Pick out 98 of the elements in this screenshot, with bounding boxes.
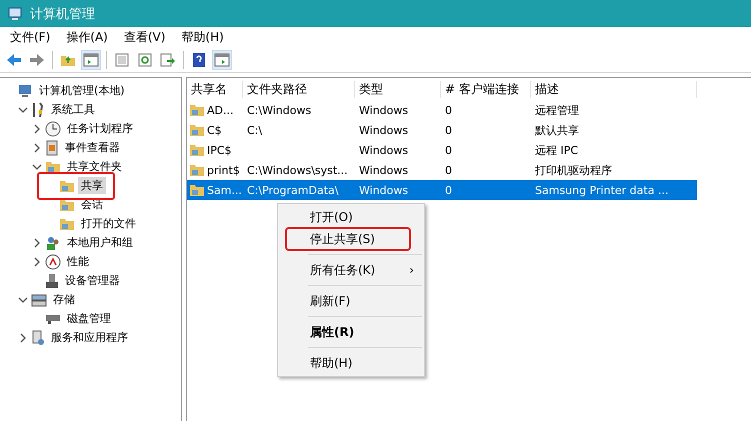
- tree-item[interactable]: 本地用户和组: [64, 234, 136, 251]
- chevron-icon[interactable]: [18, 104, 28, 114]
- table-cell: C:\ProgramData\: [247, 184, 338, 196]
- tools-icon: [31, 102, 45, 118]
- table-cell: 0: [445, 124, 452, 136]
- computer-icon: [8, 6, 24, 20]
- toolbar-button[interactable]: [81, 50, 101, 70]
- shared-folder-icon: [59, 178, 75, 192]
- chevron-icon[interactable]: [32, 142, 42, 152]
- table-cell: print$: [207, 164, 240, 176]
- table-cell: 打印机驱动程序: [535, 164, 612, 176]
- chevron-icon[interactable]: [32, 256, 42, 266]
- tree-item[interactable]: 磁盘管理: [64, 310, 114, 327]
- tree-item[interactable]: 存储: [50, 291, 78, 308]
- column-header[interactable]: 共享名: [187, 80, 243, 98]
- table-cell: C:\: [247, 124, 262, 136]
- table-cell: Windows: [359, 184, 408, 196]
- export-icon: [160, 53, 176, 67]
- shared-folder-icon: [189, 143, 205, 157]
- shared-folder-icon: [189, 163, 205, 177]
- table-cell: IPC$: [207, 144, 232, 156]
- toolbar-button[interactable]: [212, 50, 232, 70]
- tree-item[interactable]: 事件查看器: [62, 139, 123, 156]
- table-cell: 远程 IPC: [535, 144, 578, 156]
- table-cell: Windows: [359, 104, 408, 116]
- tree-item[interactable]: 打开的文件: [78, 215, 139, 232]
- table-cell: Samsung Printer data ...: [535, 184, 668, 196]
- chevron-icon[interactable]: [32, 162, 42, 172]
- computer-icon: [17, 84, 33, 98]
- tree-item[interactable]: 任务计划程序: [64, 120, 136, 137]
- disk-icon: [45, 312, 61, 324]
- menu-item[interactable]: 帮助(H): [175, 27, 230, 48]
- table-cell: 0: [445, 104, 452, 116]
- table-cell: Sam...: [207, 184, 242, 196]
- column-header[interactable]: 类型: [355, 80, 441, 98]
- tree-item[interactable]: 共享: [78, 177, 106, 194]
- chevron-icon[interactable]: [18, 332, 28, 342]
- forward-arrow-icon: [29, 53, 45, 67]
- tree-item[interactable]: 系统工具: [48, 101, 98, 118]
- users-icon: [45, 234, 61, 250]
- table-cell: 0: [445, 144, 452, 156]
- action-pane-icon: [214, 53, 230, 67]
- tree-item[interactable]: 共享文件夹: [64, 158, 125, 175]
- tree-item[interactable]: 计算机管理(本地): [36, 82, 128, 99]
- tree-item[interactable]: 性能: [64, 253, 92, 270]
- table-row[interactable]: C$ C:\ Windows 0 默认共享: [187, 120, 697, 140]
- column-header[interactable]: 描述: [531, 80, 697, 98]
- chevron-icon[interactable]: [32, 238, 42, 248]
- table-cell: C:\Windows\syst...: [247, 164, 348, 176]
- chevron-icon[interactable]: [32, 124, 42, 134]
- menu-item[interactable]: 所有任务(K) ›: [278, 259, 424, 281]
- menu-item[interactable]: 帮助(H): [278, 352, 424, 374]
- event-log-icon: [45, 140, 59, 156]
- menu-item[interactable]: 查看(V): [118, 27, 172, 48]
- table-row[interactable]: AD... C:\Windows Windows 0 远程管理: [187, 100, 697, 120]
- table-row[interactable]: IPC$ Windows 0 远程 IPC: [187, 140, 697, 160]
- shared-folder-icon: [59, 216, 75, 230]
- help-icon: [192, 52, 206, 68]
- table-cell: Windows: [359, 144, 408, 156]
- shared-folder-icon: [45, 160, 61, 174]
- services-icon: [31, 330, 45, 346]
- tree-pane-icon: [83, 53, 99, 67]
- column-header[interactable]: # 客户端连接: [441, 80, 531, 98]
- table-row[interactable]: Sam... C:\ProgramData\ Windows 0 Samsung Printer data ...: [187, 180, 697, 200]
- table-cell: 默认共享: [535, 124, 579, 136]
- menu-item[interactable]: 停止共享(S): [286, 228, 410, 250]
- menu-item[interactable]: 操作(A): [60, 27, 114, 48]
- menu-item[interactable]: 属性(R): [278, 321, 424, 343]
- table-cell: 0: [445, 164, 452, 176]
- gauge-icon: [45, 254, 61, 270]
- chevron-icon[interactable]: [18, 294, 28, 304]
- menu-item[interactable]: 刷新(F): [278, 290, 424, 312]
- device-icon: [45, 272, 59, 288]
- table-cell: C$: [207, 124, 222, 136]
- table-cell: AD...: [207, 104, 234, 116]
- shared-folder-icon: [189, 183, 205, 197]
- menu-item[interactable]: 打开(O): [278, 206, 424, 228]
- submenu-arrow: ›: [409, 263, 414, 277]
- menu-item[interactable]: 文件(F): [4, 27, 56, 48]
- shared-folder-icon: [189, 103, 205, 117]
- storage-icon: [31, 292, 47, 306]
- window-title: 计算机管理: [30, 6, 95, 22]
- table-cell: C:\Windows: [247, 104, 312, 116]
- clock-icon: [45, 120, 61, 136]
- tree-item[interactable]: 设备管理器: [62, 272, 123, 289]
- table-cell: 远程管理: [535, 104, 579, 116]
- column-header[interactable]: 文件夹路径: [243, 80, 355, 98]
- table-cell: Windows: [359, 164, 408, 176]
- shared-folder-icon: [189, 123, 205, 137]
- back-arrow-icon: [6, 53, 22, 67]
- table-cell: 0: [445, 184, 452, 196]
- shared-folder-icon: [59, 198, 75, 212]
- folder-icon: [60, 53, 76, 67]
- table-row[interactable]: print$ C:\Windows\syst... Windows 0 打印机驱动程序: [187, 160, 697, 180]
- tree-item[interactable]: 服务和应用程序: [48, 329, 131, 346]
- table-cell: Windows: [359, 124, 408, 136]
- document-icon: [115, 53, 129, 67]
- refresh-icon: [138, 53, 152, 67]
